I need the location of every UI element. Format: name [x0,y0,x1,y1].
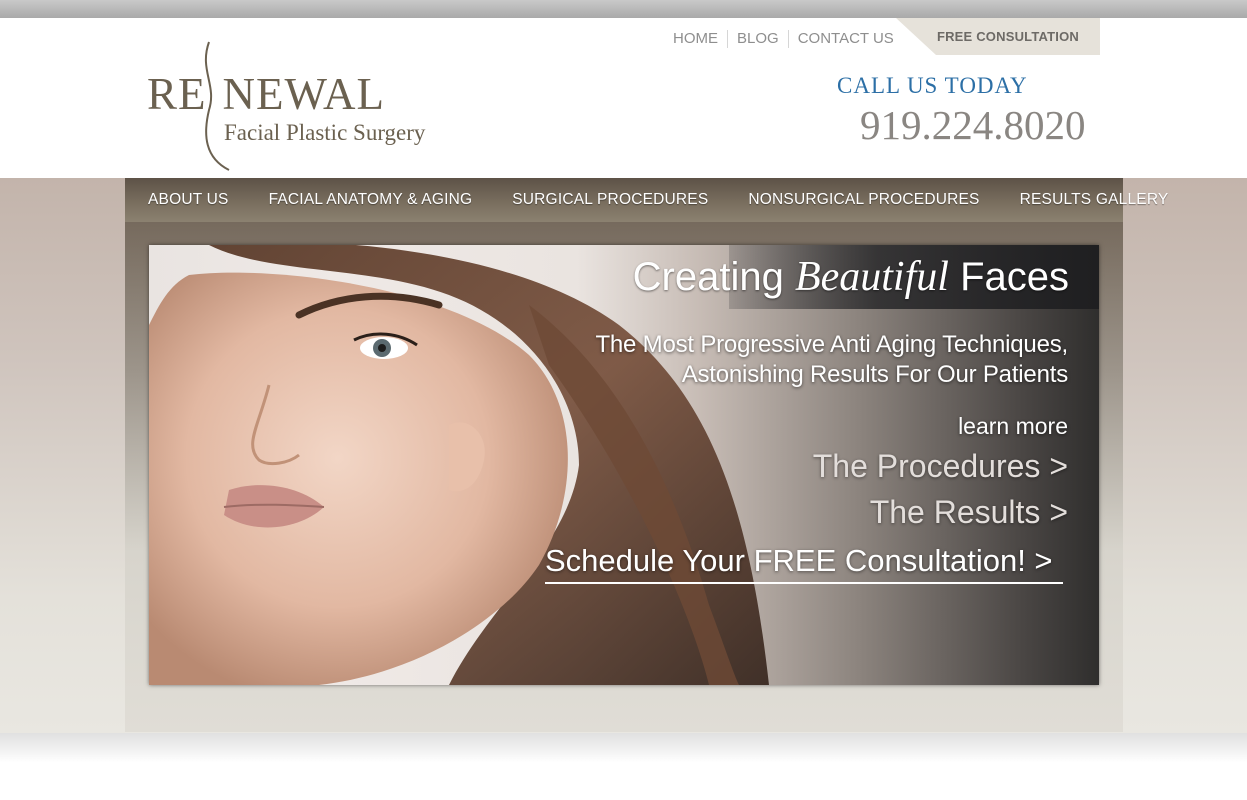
bottom-shadow [0,733,1247,763]
logo-swirl-icon [204,41,230,171]
logo-wordmark: RE NEWAL [147,69,385,119]
hero-title: Creating Beautiful Faces [632,254,1069,300]
procedures-link[interactable]: The Procedures > [813,448,1068,485]
nav-facial-anatomy[interactable]: FACIAL ANATOMY & AGING [269,191,473,209]
top-strip [0,0,1247,18]
results-link[interactable]: The Results > [870,494,1068,531]
header: RE NEWAL Facial Plastic Surgery HOME BLOG… [0,18,1247,178]
nav-surgical-procedures[interactable]: SURGICAL PROCEDURES [512,191,708,209]
hero-subtitle-line: The Most Progressive Anti Aging Techniqu… [595,331,1068,358]
logo-subtitle: Facial Plastic Surgery [224,120,426,145]
main-nav: ABOUT US FACIAL ANATOMY & AGING SURGICAL… [125,178,1168,222]
free-consultation-label: FREE CONSULTATION [936,29,1079,44]
learn-more-label: learn more [958,413,1068,439]
nav-about-us[interactable]: ABOUT US [148,191,229,209]
nav-nonsurgical-procedures[interactable]: NONSURGICAL PROCEDURES [748,191,979,209]
hero-subtitle: The Most Progressive Anti Aging Techniqu… [595,330,1068,390]
nav-results-gallery[interactable]: RESULTS GALLERY [1020,191,1169,209]
phone-number[interactable]: 919.224.8020 [860,101,1086,149]
call-us-label: CALL US TODAY [837,73,1028,98]
hero-banner: Creating Beautiful Faces The Most Progre… [149,245,1099,685]
schedule-consultation-link[interactable]: Schedule Your FREE Consultation! > [545,543,1063,584]
hero-subtitle-line: Astonishing Results For Our Patients [681,361,1069,388]
util-nav-home[interactable]: HOME [664,30,727,48]
free-consultation-tab[interactable]: FREE CONSULTATION [896,18,1100,55]
util-nav-blog[interactable]: BLOG [727,30,788,48]
logo[interactable]: RE NEWAL Facial Plastic Surgery [147,40,447,175]
utility-nav: HOME BLOG CONTACT US [664,30,903,48]
util-nav-contact[interactable]: CONTACT US [787,30,903,48]
hero-title-bar: Creating Beautiful Faces [633,245,1099,309]
